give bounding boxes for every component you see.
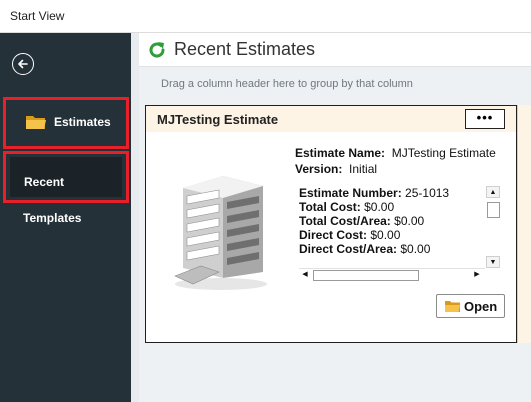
field-value: MJTesting Estimate [391, 146, 496, 160]
field-label: Version: [295, 162, 343, 176]
vertical-scrollbar[interactable]: ▲ ▼ [486, 186, 500, 268]
sidebar: Estimates Recent Templates [0, 33, 131, 402]
estimate-card[interactable]: MJTesting Estimate ••• Estimate Name: MJ… [145, 105, 517, 343]
building-icon [171, 168, 271, 297]
estimate-summary: Estimate Name: MJTesting Estimate Versio… [295, 145, 496, 177]
sidebar-item-label: Estimates [54, 115, 111, 129]
title-bar: Start View [0, 0, 531, 33]
field-label: Total Cost/Area: [299, 214, 391, 228]
open-button[interactable]: Open [436, 294, 505, 318]
more-options-button[interactable]: ••• [465, 109, 505, 129]
sidebar-item-label: Recent [24, 175, 65, 189]
field-label: Total Cost: [299, 200, 361, 214]
field-label: Direct Cost: [299, 228, 368, 242]
field-value: $0.00 [364, 200, 395, 214]
estimate-name-row: Estimate Name: MJTesting Estimate [295, 145, 496, 161]
field-value: $0.00 [370, 228, 401, 242]
field-value: $0.00 [394, 214, 425, 228]
card-title: MJTesting Estimate [157, 112, 279, 127]
next-card-edge [517, 105, 531, 343]
field-value: $0.00 [400, 242, 431, 256]
sidebar-item-templates[interactable]: Templates [23, 211, 81, 225]
field-label: Direct Cost/Area: [299, 242, 398, 256]
version-row: Version: Initial [295, 161, 496, 177]
detail-row: Total Cost: $0.00 [299, 200, 485, 214]
sidebar-item-recent[interactable]: Recent [3, 151, 129, 203]
open-button-label: Open [464, 299, 498, 314]
scroll-down-icon[interactable]: ▼ [486, 256, 500, 268]
folder-open-icon [444, 300, 461, 318]
scroll-right-icon[interactable]: ▶ [471, 269, 483, 281]
scroll-up-icon[interactable]: ▲ [486, 186, 500, 198]
detail-row: Direct Cost: $0.00 [299, 228, 485, 242]
scroll-left-icon[interactable]: ◀ [299, 269, 311, 281]
sidebar-divider [131, 33, 139, 402]
horizontal-scrollbar[interactable]: ◀ ▶ [299, 268, 485, 281]
scrollbar-thumb[interactable] [313, 270, 419, 281]
group-by-hint: Drag a column header here to group by th… [161, 78, 413, 90]
field-label: Estimate Name: [295, 146, 386, 160]
folder-icon [25, 114, 47, 135]
card-header: MJTesting Estimate ••• [146, 106, 516, 132]
details-list: Estimate Number: 25-1013 Total Cost: $0.… [299, 186, 485, 268]
back-arrow-icon [18, 59, 28, 69]
main-panel: Recent Estimates Drag a column header he… [139, 33, 531, 402]
field-value: Initial [349, 162, 378, 176]
page-title: Recent Estimates [174, 39, 316, 59]
details-scroll-box[interactable]: Estimate Number: 25-1013 Total Cost: $0.… [296, 186, 506, 283]
back-button[interactable] [12, 53, 34, 75]
detail-row: Estimate Number: 25-1013 [299, 186, 485, 200]
sidebar-item-estimates[interactable]: Estimates [3, 97, 129, 149]
window-title: Start View [10, 9, 65, 23]
scrollbar-thumb[interactable] [487, 202, 500, 218]
group-by-bar[interactable]: Drag a column header here to group by th… [139, 66, 531, 104]
refresh-icon[interactable] [147, 40, 167, 65]
field-value: 25-1013 [405, 186, 450, 200]
detail-row: Direct Cost/Area: $0.00 [299, 242, 485, 256]
field-label: Estimate Number: [299, 186, 402, 200]
detail-row: Total Cost/Area: $0.00 [299, 214, 485, 228]
